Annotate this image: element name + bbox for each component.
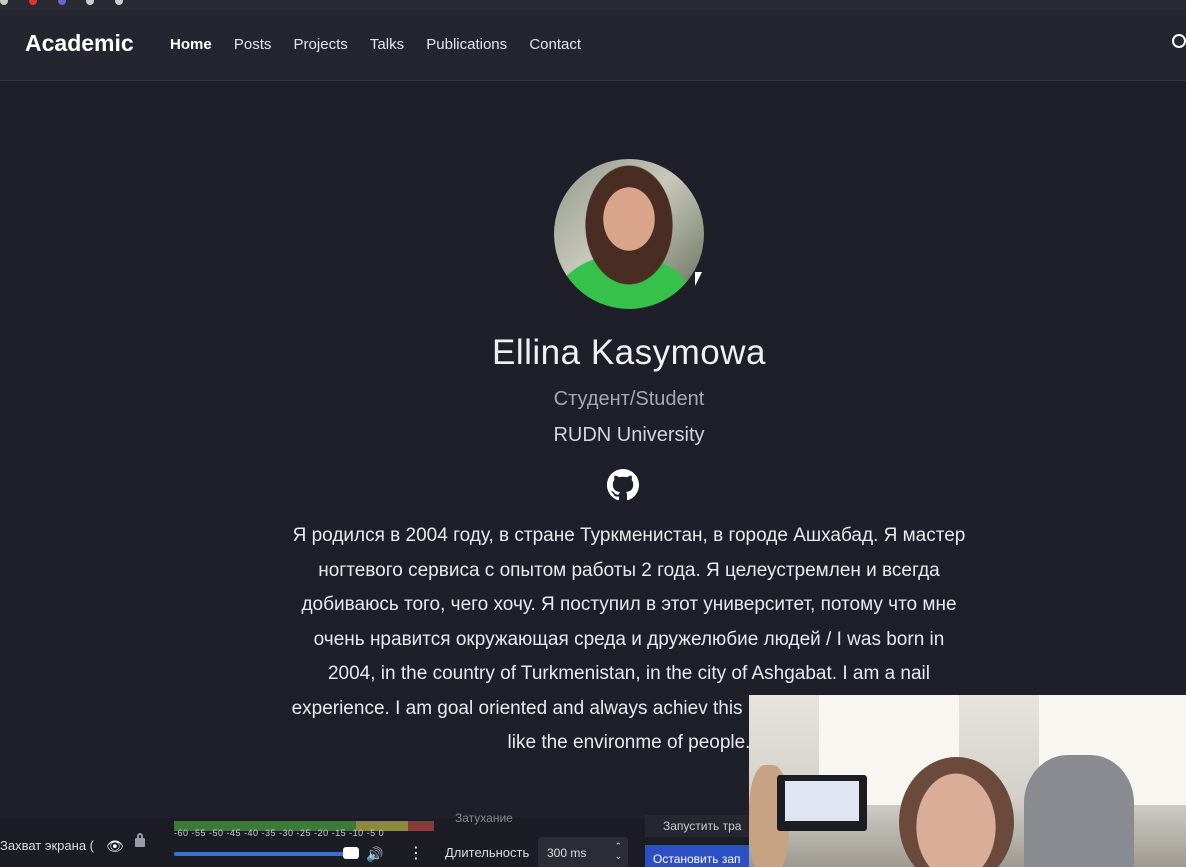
kebab-menu-icon[interactable]: ⋮ (408, 843, 424, 863)
duration-input[interactable]: 300 ms ⌃ ⌄ (538, 837, 628, 867)
bookmark-item[interactable] (86, 0, 98, 6)
monitor-screen (785, 781, 859, 821)
audio-meter-ticks: -60 -55 -50 -45 -40 -35 -30 -25 -20 -15 … (174, 828, 385, 838)
nav-contact[interactable]: Contact (529, 36, 581, 53)
profile-name: Ellina Kasymowa (492, 333, 766, 372)
nav-talks[interactable]: Talks (370, 36, 404, 53)
bookmarks-bar (0, 0, 1186, 10)
fade-label: Затухание (455, 811, 513, 825)
site-brand[interactable]: Academic (25, 30, 134, 57)
webcam-face (899, 757, 1014, 867)
navbar: Academic Home Posts Projects Talks Publi… (0, 10, 1186, 81)
lock-icon[interactable] (135, 833, 145, 847)
nav-publications[interactable]: Publications (426, 36, 507, 53)
obs-controls-panel: Затухание Захват экрана ( 👁 -60 -55 -50 … (0, 811, 750, 867)
webcam-monitor (777, 775, 867, 831)
bookmark-item[interactable] (28, 0, 41, 6)
source-label[interactable]: Захват экрана ( (0, 838, 94, 853)
duration-value: 300 ms (547, 846, 587, 860)
bookmark-item[interactable] (57, 0, 70, 6)
github-icon[interactable] (607, 469, 639, 501)
volume-slider-handle[interactable] (343, 847, 359, 859)
nav-links: Home Posts Projects Talks Publications C… (170, 36, 599, 53)
nav-projects[interactable]: Projects (294, 36, 348, 53)
mouse-cursor-icon (695, 272, 702, 286)
volume-slider[interactable] (174, 852, 359, 856)
bookmark-icon (86, 0, 95, 6)
webcam-person (1024, 755, 1134, 867)
profile-role: Студент/Student (553, 388, 705, 410)
webcam-overlay (749, 695, 1186, 867)
nav-posts[interactable]: Posts (234, 36, 272, 53)
stop-recording-button[interactable]: Остановить зап (645, 845, 750, 867)
speaker-icon[interactable]: 🔊 (366, 846, 383, 863)
bookmark-icon (0, 0, 8, 6)
bookmark-icon (28, 0, 37, 6)
bookmark-item[interactable] (115, 0, 127, 6)
duration-label: Длительность (445, 845, 530, 860)
bookmark-item[interactable] (0, 0, 12, 6)
duration-stepper[interactable]: ⌃ ⌄ (614, 841, 622, 861)
bookmark-icon (115, 0, 124, 6)
nav-home[interactable]: Home (170, 36, 212, 53)
start-transition-button[interactable]: Запустить тра (645, 815, 750, 837)
search-icon[interactable] (1172, 34, 1186, 48)
bookmark-icon (57, 0, 66, 6)
profile-organization: RUDN University (553, 424, 705, 446)
avatar (554, 159, 704, 309)
eye-icon[interactable]: 👁 (106, 838, 124, 855)
